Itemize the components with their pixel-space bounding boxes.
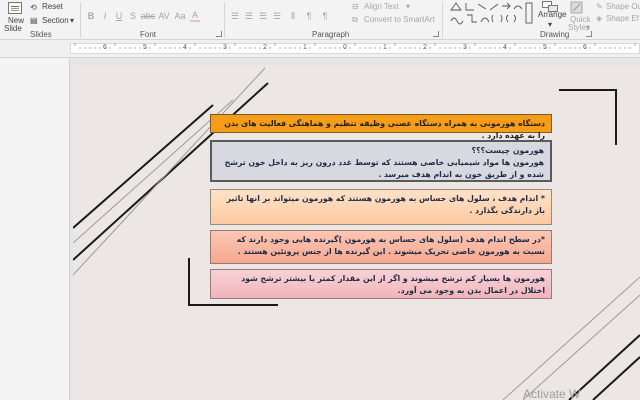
justify-icon[interactable]: ☰: [271, 10, 283, 22]
ribbon: New Slide ⟲ Reset ▤ Section ▾ Slides B I…: [0, 0, 640, 40]
ruler-number: 3: [463, 44, 467, 51]
chevron-down-icon: ▾: [548, 20, 553, 29]
shape-effects-icon: ◈: [596, 14, 603, 23]
change-case-button[interactable]: Aa: [174, 10, 186, 22]
editing-workspace: دستگاه هورمونی به همراه دستگاه عصبی وظیف…: [0, 58, 640, 400]
text-box-secretion[interactable]: هورمون ها بسیار کم ترشح میشوند و اگر از …: [210, 269, 552, 299]
align-left-icon[interactable]: ☰: [229, 10, 241, 22]
align-text-icon: ⊟: [352, 2, 359, 11]
underline-button[interactable]: U: [114, 10, 124, 22]
font-dialog-launcher[interactable]: [216, 31, 222, 37]
reset-icon: ⟲: [30, 3, 37, 12]
target-organ-text: * اندام هدف ، سلول های حساس به هورمون هس…: [226, 194, 545, 215]
ribbon-separator: [80, 2, 81, 38]
quick-styles-icon[interactable]: [570, 1, 584, 15]
smartart-icon: ⧉: [352, 15, 358, 24]
shadow-button[interactable]: S: [128, 10, 138, 22]
align-right-icon[interactable]: ☰: [257, 10, 269, 22]
shapes-gallery[interactable]: [448, 1, 534, 25]
character-spacing-button[interactable]: AV: [158, 10, 170, 22]
ltr-icon[interactable]: ¶: [319, 10, 331, 22]
shape-effects-button[interactable]: Shape Ef: [606, 14, 639, 23]
definition-text: هورمون ها مواد شیمیایی خاصی هستند که توس…: [224, 158, 544, 179]
slide-thumbnails-pane[interactable]: [0, 58, 70, 400]
ruler-number: 4: [183, 44, 187, 51]
activate-windows-watermark: Activate W: [523, 387, 581, 400]
arrange-button[interactable]: Arrange: [538, 10, 566, 19]
convert-smartart-button[interactable]: Convert to SmartArt: [364, 15, 435, 24]
secretion-text: هورمون ها بسیار کم ترشح میشوند و اگر از …: [241, 274, 545, 295]
ruler-number: 0: [343, 44, 347, 51]
new-slide-icon[interactable]: [8, 2, 22, 14]
ribbon-separator: [224, 2, 225, 38]
section-button[interactable]: Section: [42, 16, 69, 25]
ruler-number: 5: [143, 44, 147, 51]
ruler-ticks: [74, 43, 636, 49]
ribbon-separator: [442, 2, 443, 38]
chevron-down-icon: ▾: [406, 2, 411, 11]
paragraph-group-label: Paragraph: [312, 30, 350, 39]
receptors-text: *در سطح اندام هدف (سلول های حساس به هورم…: [236, 235, 545, 256]
chevron-down-icon: ▾: [70, 16, 75, 25]
ruler-number: 2: [423, 44, 427, 51]
paragraph-dialog-launcher[interactable]: [433, 31, 439, 37]
bold-button[interactable]: B: [86, 10, 96, 22]
drawing-group-label: Drawing: [540, 30, 570, 39]
ruler-number: 5: [543, 44, 547, 51]
strikethrough-button[interactable]: abc: [141, 10, 156, 22]
text-box-intro[interactable]: دستگاه هورمونی به همراه دستگاه عصبی وظیف…: [210, 114, 552, 140]
drawing-dialog-launcher[interactable]: [586, 31, 592, 37]
align-text-button[interactable]: Align Text: [364, 2, 399, 11]
italic-button[interactable]: I: [100, 10, 110, 22]
rtl-icon[interactable]: ¶: [303, 10, 315, 22]
align-center-icon[interactable]: ☰: [243, 10, 255, 22]
ruler-number: 1: [303, 44, 307, 51]
reset-button[interactable]: Reset: [42, 2, 63, 11]
font-color-button[interactable]: A: [190, 10, 200, 22]
section-icon: ▤: [30, 16, 38, 25]
font-group-label: Font: [140, 30, 157, 39]
shape-outline-icon: ✎: [596, 2, 603, 11]
columns-icon[interactable]: ⫴: [287, 10, 299, 22]
ruler-number: 4: [503, 44, 507, 51]
powerpoint-window: New Slide ⟲ Reset ▤ Section ▾ Slides B I…: [0, 0, 640, 400]
ruler-number: 2: [263, 44, 267, 51]
slides-group-label: Slides: [30, 30, 52, 39]
ruler-number: 6: [103, 44, 107, 51]
ruler-number: 1: [383, 44, 387, 51]
slide-canvas[interactable]: دستگاه هورمونی به همراه دستگاه عصبی وظیف…: [73, 65, 640, 400]
text-box-target-organ[interactable]: * اندام هدف ، سلول های حساس به هورمون هس…: [210, 189, 552, 225]
text-box-definition[interactable]: هورمون چیست؟؟؟ هورمون ها مواد شیمیایی خا…: [210, 140, 552, 182]
horizontal-ruler[interactable]: 6 5 4 3 2 1 0 1 2 3 4 5 6: [0, 40, 640, 58]
text-box-receptors[interactable]: *در سطح اندام هدف (سلول های حساس به هورم…: [210, 230, 552, 264]
shape-outline-button[interactable]: Shape Ou: [606, 2, 640, 11]
ruler-number: 6: [583, 44, 587, 51]
new-slide-dropdown[interactable]: Slide: [4, 24, 22, 33]
ruler-number: 3: [223, 44, 227, 51]
definition-title: هورمون چیست؟؟؟: [471, 146, 544, 155]
